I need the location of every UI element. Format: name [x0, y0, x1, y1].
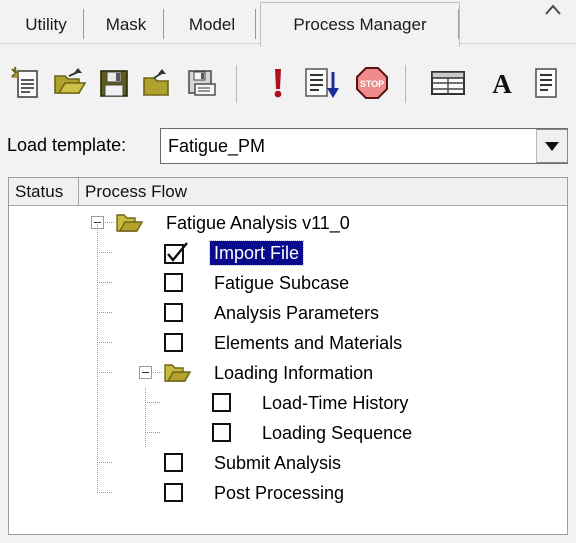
tree-row[interactable]: Fatigue Analysis v11_0 [9, 208, 567, 238]
chevron-up-icon[interactable] [542, 2, 564, 20]
checkbox-unchecked[interactable] [164, 303, 183, 322]
tree-row[interactable]: Analysis Parameters [9, 298, 567, 328]
exclamation-icon[interactable] [256, 61, 300, 105]
tree-row[interactable]: Loading Information [9, 358, 567, 388]
tree-item-label[interactable]: Loading Sequence [262, 421, 412, 445]
open-template-icon[interactable] [48, 61, 92, 105]
tree-item-label[interactable]: Post Processing [214, 481, 344, 505]
tree-connector [97, 372, 113, 373]
tree-connector [97, 492, 113, 493]
tree-item-label: Fatigue Analysis v11_0 [166, 213, 350, 233]
column-header-status[interactable]: Status [9, 178, 79, 205]
tab-strip: Utility Mask Model Process Manager [0, 0, 576, 47]
tree-connector [145, 402, 161, 403]
tree-trunk-connector [97, 222, 98, 490]
tree-connector [97, 282, 113, 283]
tree-item-label-selected[interactable]: Import File [208, 240, 305, 266]
tree-connector [153, 372, 163, 373]
tab-divider [255, 9, 256, 39]
tree-connector [97, 252, 113, 253]
checkbox-checked[interactable] [164, 241, 190, 270]
tree-row[interactable]: Post Processing [9, 478, 567, 508]
tree-item-label[interactable]: Submit Analysis [214, 451, 341, 475]
tree-connector [97, 342, 113, 343]
tree-item-label[interactable]: Fatigue Subcase [214, 271, 349, 295]
save-as-icon[interactable] [180, 61, 224, 105]
load-template-row: Load template: Fatigue_PM [0, 120, 576, 175]
report-icon[interactable] [524, 61, 568, 105]
tree-connector [145, 418, 146, 448]
tab-divider [458, 9, 459, 39]
folder-open-icon[interactable] [116, 212, 144, 238]
font-icon[interactable]: A [480, 61, 524, 105]
tab-utility[interactable]: Utility [8, 5, 84, 45]
tree-row[interactable]: Loading Sequence [9, 418, 567, 448]
save-template-icon[interactable] [92, 61, 136, 105]
checkbox-unchecked[interactable] [212, 393, 231, 412]
tree-item-label[interactable]: Load-Time History [262, 391, 408, 415]
toolbar-separator-1 [236, 65, 237, 103]
tree-item-label[interactable]: Elements and Materials [214, 331, 402, 355]
toolbar: STOP A [0, 47, 576, 121]
tab-label: Process Manager [293, 15, 427, 34]
column-header-process-flow[interactable]: Process Flow [79, 178, 567, 205]
checkbox-unchecked[interactable] [164, 333, 183, 352]
tab-mask[interactable]: Mask [88, 5, 164, 45]
stop-icon[interactable]: STOP [350, 61, 394, 105]
tab-divider [163, 9, 164, 39]
svg-text:STOP: STOP [360, 79, 384, 89]
tree-connector [97, 462, 113, 463]
tree-body: Fatigue Analysis v11_0 Import File Fatigu… [9, 206, 567, 534]
toolbar-separator-2 [405, 65, 406, 103]
tab-model[interactable]: Model [168, 5, 256, 45]
new-template-icon[interactable] [4, 61, 48, 105]
tree-row[interactable]: Import File [9, 238, 567, 268]
checkbox-unchecked[interactable] [212, 423, 231, 442]
tree-connector [97, 312, 113, 313]
chevron-down-icon[interactable] [536, 129, 568, 163]
checkbox-unchecked[interactable] [164, 273, 183, 292]
apply-down-icon[interactable] [300, 61, 344, 105]
process-flow-panel: Status Process Flow Fatigue Analysis v11… [8, 177, 568, 535]
tree-item-label: Loading Information [214, 363, 374, 383]
load-template-combobox[interactable]: Fatigue_PM [160, 128, 568, 164]
checkbox-unchecked[interactable] [164, 483, 183, 502]
svg-text:A: A [492, 69, 512, 98]
table-icon[interactable] [426, 61, 470, 105]
open-folder-icon[interactable] [136, 61, 180, 105]
tab-label: Model [188, 15, 236, 34]
tab-label: Mask [105, 15, 147, 34]
tab-divider [83, 9, 84, 39]
tab-process-manager[interactable]: Process Manager [260, 2, 460, 47]
tree-connector [145, 388, 146, 418]
load-template-value[interactable]: Fatigue_PM [161, 136, 265, 157]
tree-header: Status Process Flow [9, 178, 567, 206]
tree-row[interactable]: Load-Time History [9, 388, 567, 418]
tree-row[interactable]: Elements and Materials [9, 328, 567, 358]
tree-item-label[interactable]: Analysis Parameters [214, 301, 379, 325]
tree-row[interactable]: Submit Analysis [9, 448, 567, 478]
load-template-label: Load template: [7, 135, 127, 155]
tree-connector [145, 432, 161, 433]
tree-connector [105, 222, 115, 223]
tree-row[interactable]: Fatigue Subcase [9, 268, 567, 298]
checkbox-unchecked[interactable] [164, 453, 183, 472]
tree-collapse-icon[interactable] [139, 366, 152, 379]
tab-label: Utility [25, 15, 67, 34]
folder-open-icon[interactable] [164, 362, 192, 388]
